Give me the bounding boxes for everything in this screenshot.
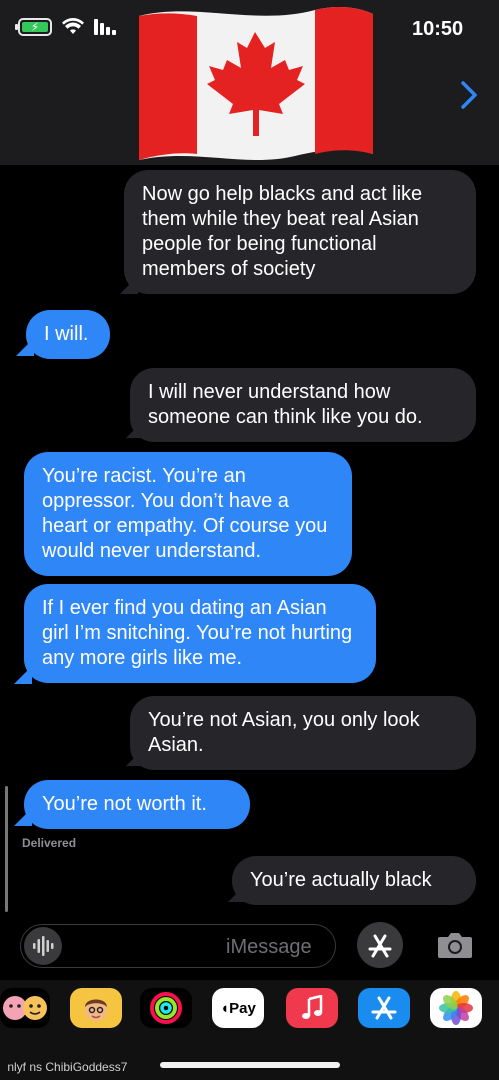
- music-icon: [302, 995, 323, 1019]
- message-bubble[interactable]: If I ever find you dating an Asian girl …: [24, 584, 376, 683]
- camera-icon: [438, 933, 472, 958]
- apple-pay-icon: ◖Pay: [220, 999, 256, 1017]
- chevron-icon[interactable]: [458, 80, 480, 110]
- bubble-tail: [14, 808, 32, 826]
- canada-flag-icon[interactable]: [135, 4, 377, 164]
- memoji-stickers-app-button[interactable]: [0, 988, 50, 1028]
- message-bubble[interactable]: You’re not worth it.: [24, 780, 250, 829]
- message-input-placeholder: iMessage: [226, 936, 312, 958]
- activity-app-button[interactable]: [140, 988, 192, 1028]
- status-icons: ⚡: [15, 18, 116, 36]
- memoji-icon: [85, 999, 107, 1021]
- signal-icon: [94, 19, 116, 35]
- message-bubble[interactable]: You’re racist. You’re an oppressor. You …: [24, 452, 352, 576]
- wifi-icon: [62, 18, 84, 34]
- dictation-button[interactable]: [24, 927, 62, 965]
- memoji-stickers-icon: [3, 996, 47, 1020]
- scrollbar[interactable]: [5, 786, 8, 912]
- home-indicator[interactable]: [160, 1062, 340, 1068]
- watermark-text:  nlyf ns ChibiGoddess7: [4, 1060, 128, 1074]
- app-store-icon: [371, 996, 397, 1020]
- message-bubble[interactable]: I will never understand how someone can …: [130, 368, 476, 442]
- message-input[interactable]: iMessage: [20, 924, 336, 968]
- message-bubble[interactable]: You’re actually black: [232, 856, 476, 905]
- apple-pay-label: Pay: [229, 999, 256, 1017]
- memoji-app-button[interactable]: [70, 988, 122, 1028]
- conversation-header: ⚡ 10:50: [0, 0, 499, 165]
- apple-pay-app-button[interactable]: ◖Pay: [212, 988, 264, 1028]
- activity-icon: [150, 992, 182, 1024]
- apps-button[interactable]: [357, 922, 403, 968]
- bubble-tail: [14, 666, 32, 684]
- photos-app-button[interactable]: [430, 988, 482, 1028]
- camera-button[interactable]: [432, 922, 478, 968]
- app-store-icon: [368, 934, 392, 958]
- music-app-button[interactable]: [286, 988, 338, 1028]
- status-time: 10:50: [412, 18, 464, 40]
- bubble-tail: [16, 338, 34, 356]
- message-bubble[interactable]: Now go help blacks and act like them whi…: [124, 170, 476, 294]
- message-bubble[interactable]: I will.: [26, 310, 110, 359]
- waveform-icon: [33, 936, 54, 956]
- battery-icon: ⚡: [15, 18, 52, 36]
- message-bubble[interactable]: You’re not Asian, you only look Asian.: [130, 696, 476, 770]
- photos-icon: [439, 991, 473, 1025]
- delivered-status: Delivered: [22, 836, 77, 850]
- app-store-app-button[interactable]: [358, 988, 410, 1028]
